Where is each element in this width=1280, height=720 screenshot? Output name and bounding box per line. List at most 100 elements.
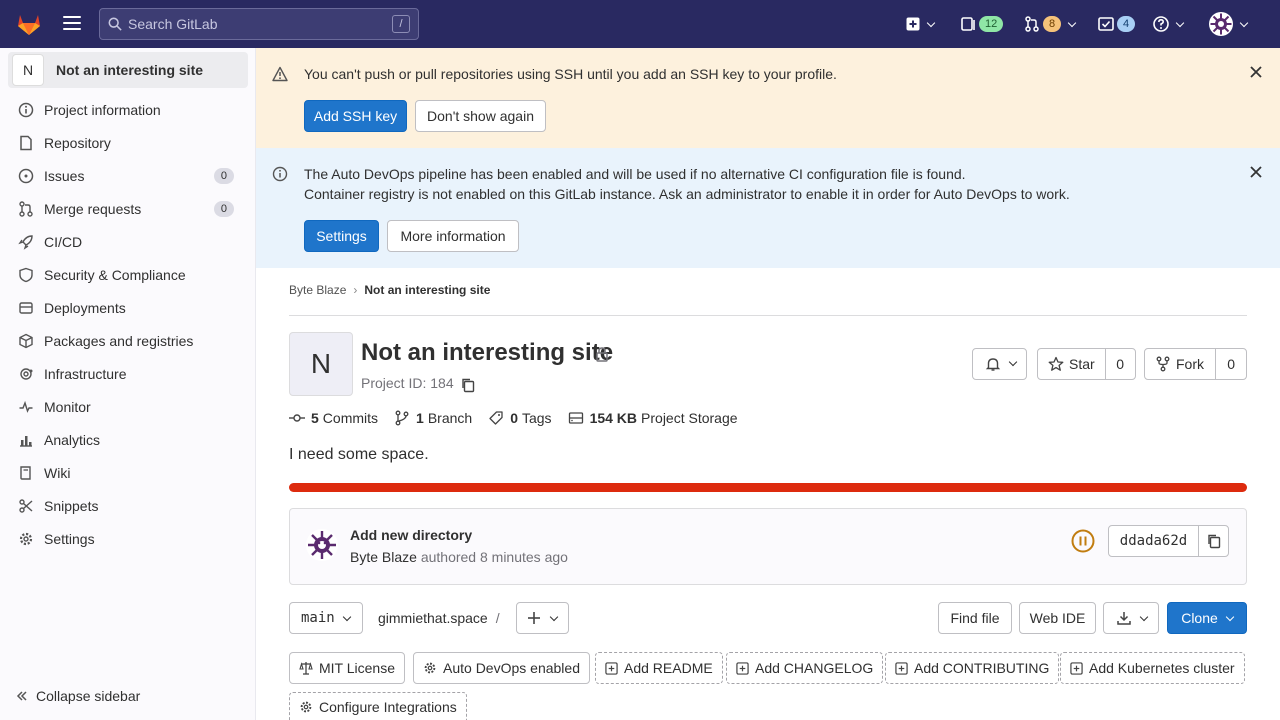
menu-hamburger-icon[interactable] <box>63 16 81 32</box>
add-contributing-link[interactable]: Add CONTRIBUTING <box>885 652 1060 684</box>
breadcrumb-parent-link[interactable]: Byte Blaze <box>289 283 346 297</box>
more-information-button[interactable]: More information <box>387 220 519 252</box>
issues-nav-button[interactable]: 12 <box>960 12 1004 36</box>
branch-icon <box>395 410 409 426</box>
ssh-key-warning-banner: You can't push or pull repositories usin… <box>256 48 1280 148</box>
sidebar-project-header[interactable]: N Not an interesting site <box>8 52 248 88</box>
sidebar-item-label: Merge requests <box>44 200 142 217</box>
license-link[interactable]: MIT License <box>289 652 405 684</box>
auto-devops-info-banner: The Auto DevOps pipeline has been enable… <box>256 148 1280 268</box>
fork-button-group: Fork 0 <box>1144 348 1247 380</box>
sidebar-item-settings[interactable]: Settings <box>8 522 248 555</box>
help-dropdown[interactable] <box>1153 12 1185 36</box>
repo-path-link[interactable]: gimmiethat.space <box>378 610 488 626</box>
merge-requests-nav-button[interactable]: 8 <box>1024 12 1077 36</box>
sidebar-item-analytics[interactable]: Analytics <box>8 423 248 456</box>
user-menu-dropdown[interactable] <box>1209 12 1249 36</box>
star-button[interactable]: Star <box>1038 349 1105 379</box>
sidebar-item-issues[interactable]: Issues 0 <box>8 159 248 192</box>
add-to-tree-dropdown[interactable] <box>516 602 569 634</box>
issues-count-badge: 12 <box>979 16 1004 32</box>
close-icon[interactable] <box>1248 164 1264 180</box>
clone-label: Clone <box>1181 610 1218 626</box>
commit-author-link[interactable]: Byte Blaze <box>350 549 417 565</box>
sidebar-item-packages-registries[interactable]: Packages and registries <box>8 324 248 357</box>
dont-show-again-button[interactable]: Don't show again <box>415 100 546 132</box>
commit-icon <box>289 414 305 422</box>
add-readme-link[interactable]: Add README <box>595 652 723 684</box>
commits-count: 5 <box>311 410 319 426</box>
sidebar-item-label: Deployments <box>44 299 126 316</box>
notification-dropdown[interactable] <box>972 348 1027 380</box>
plus-icon <box>528 612 540 624</box>
star-count[interactable]: 0 <box>1105 349 1135 379</box>
sidebar-item-project-information[interactable]: Project information <box>8 93 248 126</box>
sidebar-item-snippets[interactable]: Snippets <box>8 489 248 522</box>
add-readme-label: Add README <box>624 660 713 676</box>
gear-icon <box>300 701 312 712</box>
gitlab-logo-icon[interactable] <box>16 11 42 37</box>
sidebar-item-label: Snippets <box>44 497 99 514</box>
cloud-gear-icon <box>20 367 33 380</box>
fork-button[interactable]: Fork <box>1145 349 1215 379</box>
tags-label: Tags <box>521 410 552 426</box>
branches-link[interactable]: 1 Branch <box>394 410 472 426</box>
tags-link[interactable]: 0 Tags <box>488 410 552 426</box>
add-kubernetes-link[interactable]: Add Kubernetes cluster <box>1060 652 1245 684</box>
gear-icon <box>424 662 436 674</box>
devops-settings-button[interactable]: Settings <box>304 220 379 252</box>
branches-count: 1 <box>416 410 424 426</box>
close-icon[interactable] <box>1248 64 1264 80</box>
pipeline-paused-icon[interactable] <box>1071 529 1095 553</box>
tag-icon <box>489 411 503 425</box>
find-file-button[interactable]: Find file <box>938 602 1012 634</box>
path-separator: / <box>495 610 500 626</box>
scale-icon <box>299 662 313 675</box>
add-contributing-label: Add CONTRIBUTING <box>914 660 1050 676</box>
branch-selector[interactable]: main <box>289 602 363 634</box>
collapse-sidebar-button[interactable]: Collapse sidebar <box>16 688 140 704</box>
copy-sha-button[interactable] <box>1199 526 1228 556</box>
info-icon <box>18 102 34 117</box>
new-dropdown[interactable] <box>906 12 936 36</box>
commits-label: Commits <box>322 410 379 426</box>
todos-count-badge: 4 <box>1117 16 1136 32</box>
todos-nav-button[interactable]: 4 <box>1098 12 1136 36</box>
sidebar-item-monitor[interactable]: Monitor <box>8 390 248 423</box>
sidebar-item-security-compliance[interactable]: Security & Compliance <box>8 258 248 291</box>
last-commit-card: Add new directory Byte Blaze authored 8 … <box>289 508 1247 585</box>
clone-dropdown[interactable]: Clone <box>1167 602 1247 634</box>
sidebar-item-deployments[interactable]: Deployments <box>8 291 248 324</box>
commit-title-link[interactable]: Add new directory <box>350 527 472 543</box>
auto-devops-link[interactable]: Auto DevOps enabled <box>413 652 590 684</box>
repo-path: gimmiethat.space / <box>378 610 500 626</box>
breadcrumb-separator-icon: › <box>353 283 358 297</box>
project-stats: 5 Commits 1 Branch 0 Tags 154 KB Project… <box>289 410 754 426</box>
breadcrumb-current[interactable]: Not an interesting site <box>364 283 490 297</box>
commits-link[interactable]: 5 Commits <box>289 410 378 426</box>
storage-usage-bar <box>289 483 1247 492</box>
add-ssh-key-button[interactable]: Add SSH key <box>304 100 407 132</box>
sidebar-item-repository[interactable]: Repository <box>8 126 248 159</box>
fork-count[interactable]: 0 <box>1216 349 1246 379</box>
sidebar-item-label: Issues <box>44 167 85 184</box>
web-ide-button[interactable]: Web IDE <box>1019 602 1096 634</box>
license-label: MIT License <box>319 660 395 676</box>
sidebar-item-label: Security & Compliance <box>44 266 186 283</box>
devops-message-line-1: The Auto DevOps pipeline has been enable… <box>304 166 966 182</box>
sidebar-item-ci-cd[interactable]: CI/CD <box>8 225 248 258</box>
sidebar-item-wiki[interactable]: Wiki <box>8 456 248 489</box>
commit-time: authored 8 minutes ago <box>420 549 568 565</box>
download-dropdown[interactable] <box>1103 602 1159 634</box>
configure-integrations-link[interactable]: Configure Integrations <box>289 692 467 720</box>
sidebar-item-merge-requests[interactable]: Merge requests 0 <box>8 192 248 225</box>
sidebar-item-infrastructure[interactable]: Infrastructure <box>8 357 248 390</box>
search-box[interactable]: Search GitLab / <box>99 8 419 40</box>
commit-sha[interactable]: ddada62d <box>1109 526 1199 556</box>
fork-label: Fork <box>1176 356 1204 372</box>
add-changelog-link[interactable]: Add CHANGELOG <box>726 652 884 684</box>
plus-square-icon <box>906 17 920 31</box>
copy-icon[interactable] <box>460 377 476 393</box>
storage-link[interactable]: 154 KB Project Storage <box>568 410 738 426</box>
package-icon <box>19 333 33 348</box>
